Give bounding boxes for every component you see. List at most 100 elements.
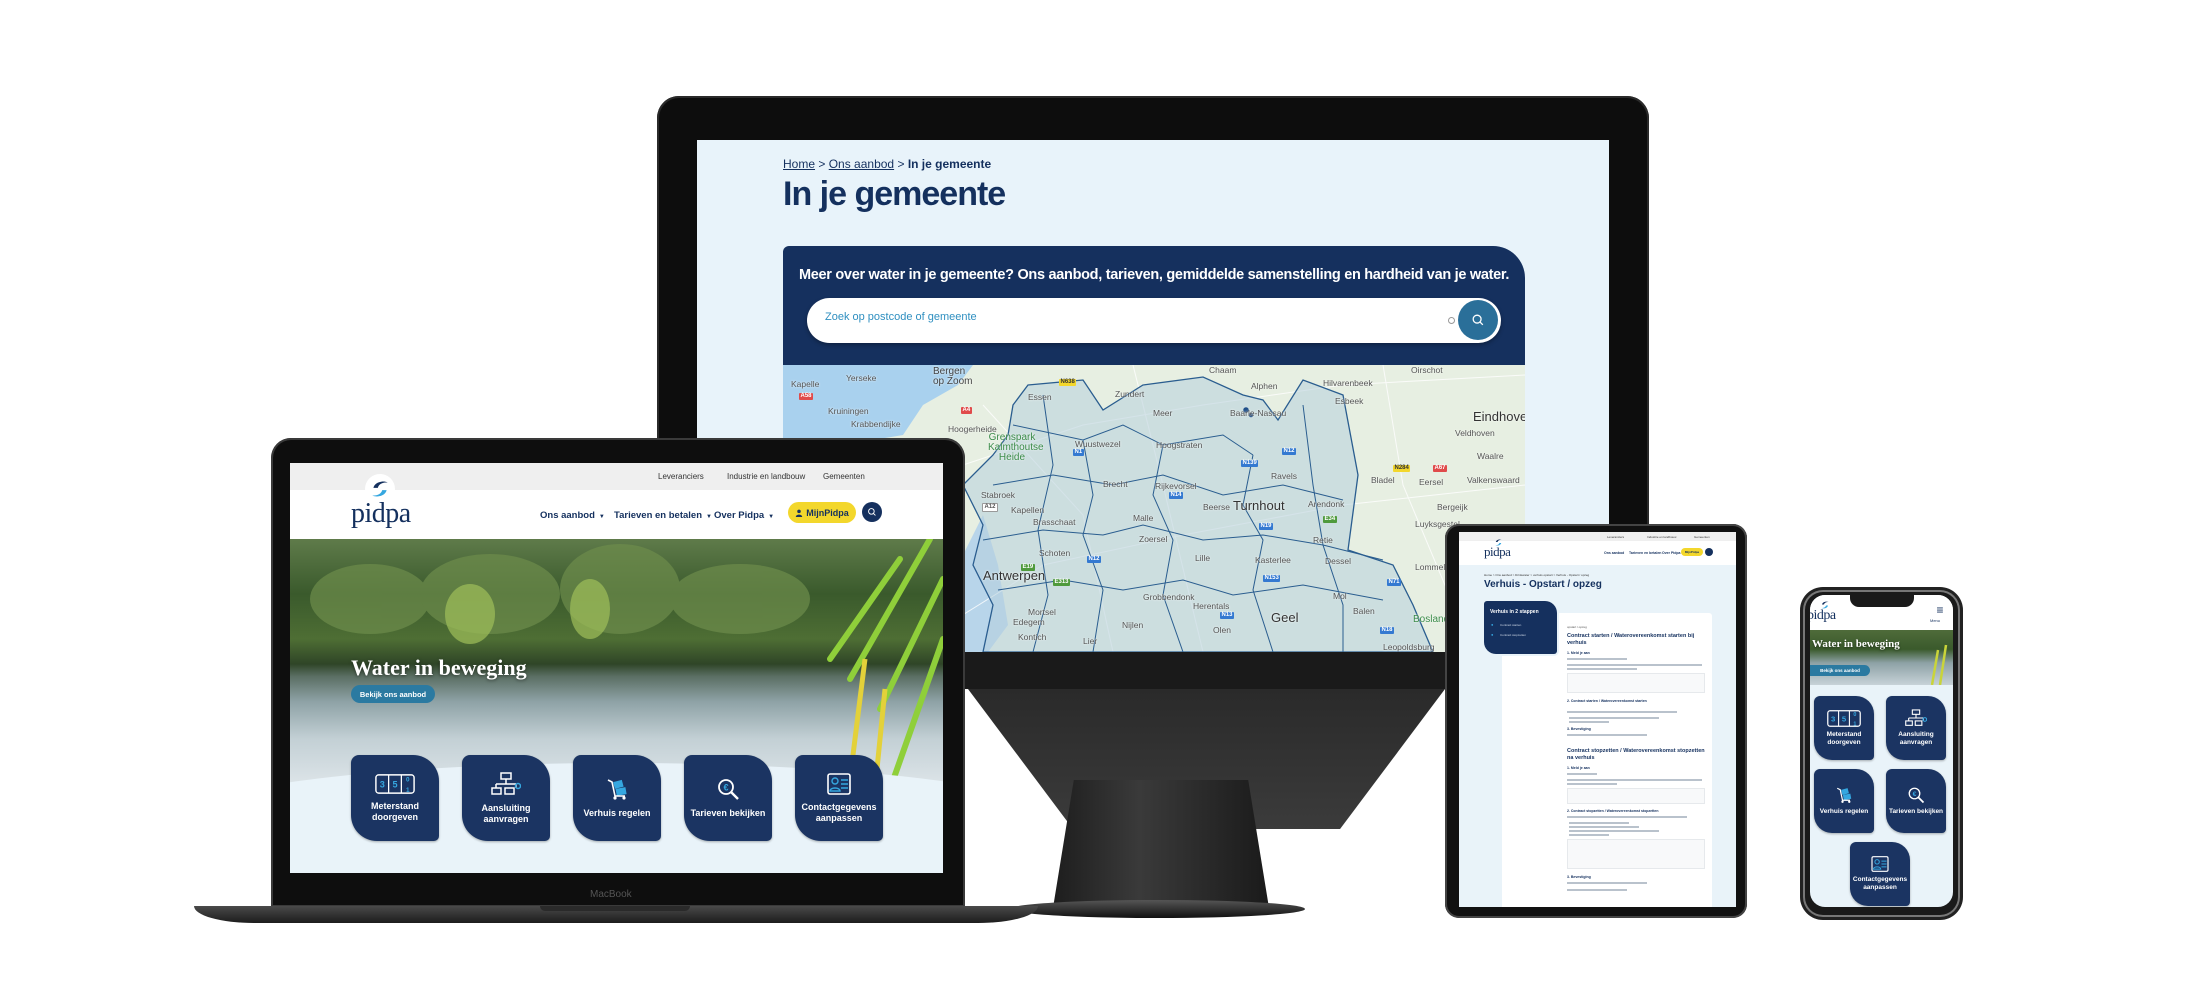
menu-label[interactable]: Menu [1930, 618, 1940, 623]
topbar-link[interactable]: Industrie en landbouw [1647, 535, 1676, 539]
step-heading: 3. Bevestiging [1567, 875, 1591, 879]
map-label: Chaam [1209, 365, 1237, 375]
hero-cta-button[interactable]: Bekijk ons aanbod [351, 685, 435, 703]
map-label: Edegem [1013, 617, 1045, 627]
topbar-link-leveranciers[interactable]: Leveranciers [658, 472, 704, 481]
tile-contactgegevens[interactable]: Contactgegevens aanpassen [795, 755, 883, 841]
tile-meterstand[interactable]: Meterstand doorgeven [351, 755, 439, 841]
municipality-search-panel: Meer over water in je gemeente? Ons aanb… [783, 246, 1525, 365]
step-heading: 2. Contract stopzetten / Waterovereenkom… [1567, 809, 1659, 813]
hero-title: Water in beweging [351, 655, 527, 680]
tile-contactgegevens[interactable]: Contactgegevens aanpassen [1850, 842, 1910, 906]
nav-item[interactable]: Ons aanbod [1604, 551, 1624, 555]
map-label: Eersel [1419, 477, 1444, 487]
map-label: Oirschot [1411, 365, 1443, 375]
road-badge: N13 [1220, 612, 1235, 619]
tablet-screen: Leveranciers Industrie en landbouw Gemee… [1459, 532, 1736, 907]
caret-down-icon: ▼ [768, 514, 775, 520]
monitor-stand-base [1010, 900, 1305, 918]
moving-cart-icon [605, 777, 629, 801]
breadcrumb-current: In je gemeente [907, 157, 992, 171]
road-badge: A12 [982, 503, 999, 512]
breadcrumb: Home > Ons aanbod > In je gemeente [783, 157, 992, 171]
step-link[interactable]: Contract stopzetten [1500, 633, 1526, 637]
map-label: Brecht [1103, 479, 1128, 489]
nav-item[interactable]: Over Pidpa [1662, 551, 1680, 555]
topbar-link-gemeenten[interactable]: Gemeenten [823, 472, 865, 481]
map-label: Lier [1083, 636, 1098, 646]
municipality-search-box [807, 298, 1501, 343]
breadcrumb-ons-aanbod[interactable]: Ons aanbod [829, 157, 894, 171]
caret-down-icon: ▼ [598, 514, 605, 520]
nav-tarieven-en-betalen[interactable]: Tarieven en betalen ▼ [614, 510, 712, 521]
pidpa-logo[interactable]: pidpa [351, 498, 411, 530]
mijnpidpa-button[interactable]: MijnPidpa [1681, 548, 1703, 556]
map-label: Malle [1133, 513, 1154, 523]
pidpa-logo[interactable]: pidpa [1484, 544, 1511, 560]
map-label: Essen [1028, 392, 1052, 402]
tile-meterstand[interactable]: Meterstand doorgeven [1814, 696, 1874, 760]
road-badge: N18 [1380, 627, 1395, 634]
road-badge: E313 [1053, 579, 1071, 586]
map-label: Balen [1353, 606, 1375, 616]
map-label: Stabroek [981, 490, 1016, 500]
laptop-brand: MacBook [590, 889, 632, 900]
nav-over-pidpa[interactable]: Over Pidpa ▼ [714, 510, 774, 521]
tile-verhuis[interactable]: Verhuis regelen [1814, 769, 1874, 833]
step-link[interactable]: Contract starten [1500, 623, 1521, 627]
municipality-search-input[interactable] [825, 311, 1425, 323]
map-label: Nijlen [1122, 620, 1144, 630]
steps-title: Verhuis in 2 stappen [1490, 609, 1539, 615]
tile-verhuis[interactable]: Verhuis regelen [573, 755, 661, 841]
nav-ons-aanbod[interactable]: Ons aanbod ▼ [540, 510, 605, 521]
contact-card-icon [827, 773, 851, 795]
hamburger-menu-icon[interactable]: ≡ [1934, 604, 1946, 616]
search-button[interactable] [1458, 300, 1498, 340]
search-icon[interactable] [1705, 548, 1713, 556]
map-label: Bladel [1371, 475, 1395, 485]
road-badge: N71 [1387, 579, 1402, 586]
topbar-link-industrie[interactable]: Industrie en landbouw [727, 472, 805, 481]
tile-tarieven[interactable]: Tarieven bekijken [684, 755, 772, 841]
nav-item[interactable]: Tarieven en betalen [1629, 551, 1661, 555]
laptop-hinge [540, 906, 690, 911]
road-badge: A58 [799, 393, 814, 400]
header-search-button[interactable] [862, 502, 882, 522]
topbar-link[interactable]: Leveranciers [1607, 535, 1624, 539]
road-badge: A67 [1433, 465, 1448, 472]
tile-aansluiting[interactable]: Aansluiting aanvragen [1886, 696, 1946, 760]
mijnpidpa-button[interactable]: MijnPidpa [788, 502, 856, 523]
page-title: In je gemeente [783, 175, 1006, 213]
road-badge: N638 [1059, 379, 1077, 386]
topbar-link[interactable]: Gemeenten [1694, 535, 1710, 539]
loading-indicator-icon [1448, 317, 1455, 324]
section-heading: Contract starten / Waterovereenkomst sta… [1567, 633, 1695, 646]
search-icon [867, 507, 877, 517]
breadcrumb-home[interactable]: Home [783, 157, 815, 171]
road-badge: N12 [1282, 448, 1297, 455]
phone-hero: Water in beweging Bekijk ons aanbod [1810, 630, 1953, 685]
map-label: Arendonk [1308, 499, 1345, 509]
road-badge: N19 [1259, 523, 1274, 530]
map-label: Rijkevorsel [1155, 481, 1197, 491]
step-heading: 1. Meld je aan [1567, 766, 1590, 770]
step-heading: 3. Bevestiging [1567, 727, 1591, 731]
tile-aansluiting[interactable]: Aansluiting aanvragen [462, 755, 550, 841]
meter-icon [1827, 710, 1861, 727]
map-label: Kapellen [1011, 505, 1045, 515]
road-badge: N153 [1263, 575, 1281, 582]
pidpa-logo[interactable]: pidpa [1810, 608, 1836, 624]
map-label: Lommel [1415, 562, 1446, 572]
hero-cta-button[interactable]: Bekijk ons aanbod [1810, 665, 1870, 676]
tile-tarieven[interactable]: Tarieven bekijken [1886, 769, 1946, 833]
panel-intro-text: Meer over water in je gemeente? Ons aanb… [799, 267, 1510, 283]
map-label: Schoten [1039, 548, 1071, 558]
map-label: Zundert [1115, 389, 1145, 399]
map-label: Leopoldsburg [1383, 642, 1435, 652]
moving-cart-icon [1835, 786, 1853, 804]
tablet-header: pidpa Ons aanbod Tarieven en betalen Ove… [1459, 541, 1736, 565]
map-label: Wuustwezel [1075, 439, 1121, 449]
main-header: pidpa Ons aanbod ▼ Tarieven en betalen ▼ O… [290, 474, 943, 539]
meter-icon [375, 774, 415, 794]
map-label: Ravels [1271, 471, 1297, 481]
